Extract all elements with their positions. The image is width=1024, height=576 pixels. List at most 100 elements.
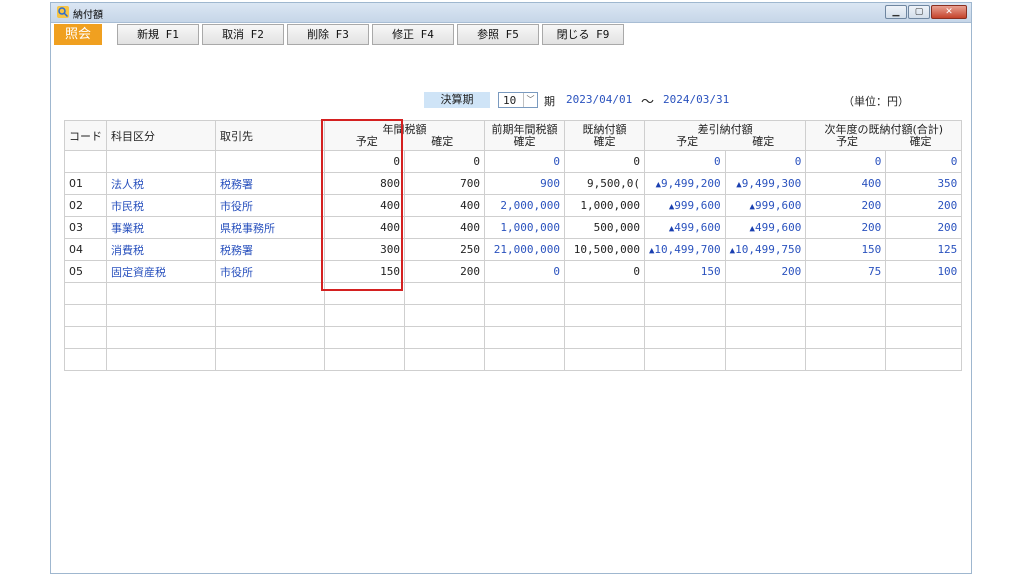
table-row[interactable] — [64, 326, 963, 349]
annual-fixed-cell[interactable]: 0 — [404, 150, 485, 173]
close-button[interactable]: ✕ — [931, 5, 967, 19]
table-row[interactable]: 00000000 — [64, 150, 963, 173]
annual-fixed-cell[interactable] — [404, 326, 485, 349]
code-cell[interactable] — [64, 150, 107, 173]
diff-fixed-cell[interactable]: 0 — [724, 150, 807, 173]
prev-year-cell[interactable] — [484, 348, 565, 371]
chevron-down-icon[interactable]: ﹀ — [523, 93, 537, 107]
prev-year-cell[interactable]: 0 — [484, 260, 565, 283]
category-cell[interactable] — [106, 348, 216, 371]
diff-plan-cell[interactable] — [644, 304, 726, 327]
fiscal-period-select[interactable]: 10 ﹀ — [498, 92, 538, 108]
annual-plan-cell[interactable] — [324, 326, 405, 349]
next-fixed-cell[interactable]: 125 — [885, 238, 963, 261]
diff-plan-cell[interactable] — [644, 348, 726, 371]
paid-cell[interactable]: 10,500,000 — [564, 238, 645, 261]
paid-cell[interactable] — [564, 304, 645, 327]
table-row[interactable]: 01 法人税 税務署 800 700 900 9,500,0(▲9,499,200 ▲9,49… — [64, 172, 963, 195]
diff-fixed-cell[interactable] — [724, 348, 807, 371]
annual-plan-cell[interactable] — [324, 282, 405, 305]
paid-cell[interactable] — [564, 282, 645, 305]
next-fixed-cell[interactable] — [885, 348, 963, 371]
annual-plan-cell[interactable]: 400 — [324, 194, 405, 217]
title-bar[interactable]: 納付額 ▁ ▢ ✕ — [51, 3, 971, 23]
diff-plan-cell[interactable]: ▲499,600 — [644, 216, 726, 239]
code-cell[interactable] — [64, 348, 107, 371]
annual-fixed-cell[interactable] — [404, 282, 485, 305]
diff-fixed-cell[interactable] — [724, 326, 807, 349]
next-fixed-cell[interactable]: 200 — [885, 194, 963, 217]
next-plan-cell[interactable]: 200 — [805, 216, 887, 239]
paid-cell[interactable]: 0 — [564, 150, 645, 173]
annual-plan-cell[interactable]: 800 — [324, 172, 405, 195]
next-fixed-cell[interactable]: 0 — [885, 150, 963, 173]
category-cell[interactable] — [106, 150, 216, 173]
new-button[interactable]: 新規 F1 — [117, 24, 199, 45]
counterparty-cell[interactable]: 税務署 — [215, 238, 325, 261]
prev-year-cell[interactable]: 900 — [484, 172, 565, 195]
code-cell[interactable]: 02 — [64, 194, 107, 217]
annual-plan-cell[interactable] — [324, 348, 405, 371]
cancel-button[interactable]: 取消 F2 — [202, 24, 284, 45]
code-cell[interactable]: 04 — [64, 238, 107, 261]
prev-year-cell[interactable]: 1,000,000 — [484, 216, 565, 239]
annual-plan-cell[interactable]: 300 — [324, 238, 405, 261]
diff-fixed-cell[interactable]: ▲10,499,750 — [724, 238, 807, 261]
category-cell[interactable]: 市民税 — [106, 194, 216, 217]
diff-fixed-cell[interactable]: ▲999,600 — [724, 194, 807, 217]
code-cell[interactable] — [64, 326, 107, 349]
next-fixed-cell[interactable] — [885, 282, 963, 305]
diff-plan-cell[interactable] — [644, 282, 726, 305]
next-fixed-cell[interactable]: 100 — [885, 260, 963, 283]
prev-year-cell[interactable]: 0 — [484, 150, 565, 173]
diff-fixed-cell[interactable]: ▲9,499,300 — [724, 172, 807, 195]
next-fixed-cell[interactable]: 200 — [885, 216, 963, 239]
next-plan-cell[interactable]: 200 — [805, 194, 887, 217]
prev-year-cell[interactable]: 2,000,000 — [484, 194, 565, 217]
minimize-button[interactable]: ▁ — [885, 5, 907, 19]
diff-fixed-cell[interactable]: ▲499,600 — [724, 216, 807, 239]
table-row[interactable] — [64, 304, 963, 327]
diff-plan-cell[interactable]: ▲999,600 — [644, 194, 726, 217]
next-plan-cell[interactable]: 75 — [805, 260, 887, 283]
category-cell[interactable]: 消費税 — [106, 238, 216, 261]
counterparty-cell[interactable] — [215, 348, 325, 371]
counterparty-cell[interactable]: 県税事務所 — [215, 216, 325, 239]
diff-fixed-cell[interactable] — [724, 282, 807, 305]
category-cell[interactable] — [106, 304, 216, 327]
table-row[interactable]: 05 固定資産税 市役所 150 200 0 0 150 200 75 100 — [64, 260, 963, 283]
category-cell[interactable]: 固定資産税 — [106, 260, 216, 283]
paid-cell[interactable] — [564, 326, 645, 349]
maximize-button[interactable]: ▢ — [908, 5, 930, 19]
paid-cell[interactable]: 9,500,0( — [564, 172, 645, 195]
code-cell[interactable]: 01 — [64, 172, 107, 195]
diff-fixed-cell[interactable]: 200 — [724, 260, 807, 283]
next-plan-cell[interactable] — [805, 304, 887, 327]
table-row[interactable] — [64, 348, 963, 371]
counterparty-cell[interactable] — [215, 282, 325, 305]
table-row[interactable] — [64, 282, 963, 305]
table-row[interactable]: 02 市民税 市役所 400 400 2,000,000 1,000,000 ▲999,600… — [64, 194, 963, 217]
counterparty-cell[interactable] — [215, 304, 325, 327]
next-plan-cell[interactable]: 400 — [805, 172, 887, 195]
paid-cell[interactable]: 500,000 — [564, 216, 645, 239]
counterparty-cell[interactable]: 市役所 — [215, 194, 325, 217]
annual-fixed-cell[interactable]: 400 — [404, 216, 485, 239]
annual-plan-cell[interactable]: 0 — [324, 150, 405, 173]
next-plan-cell[interactable] — [805, 326, 887, 349]
diff-plan-cell[interactable]: ▲9,499,200 — [644, 172, 726, 195]
code-cell[interactable]: 03 — [64, 216, 107, 239]
category-cell[interactable]: 事業税 — [106, 216, 216, 239]
counterparty-cell[interactable]: 税務署 — [215, 172, 325, 195]
paid-cell[interactable] — [564, 348, 645, 371]
annual-fixed-cell[interactable] — [404, 348, 485, 371]
diff-plan-cell[interactable]: 150 — [644, 260, 726, 283]
diff-plan-cell[interactable] — [644, 326, 726, 349]
diff-fixed-cell[interactable] — [724, 304, 807, 327]
annual-fixed-cell[interactable]: 400 — [404, 194, 485, 217]
next-fixed-cell[interactable]: 350 — [885, 172, 963, 195]
counterparty-cell[interactable] — [215, 326, 325, 349]
paid-cell[interactable]: 0 — [564, 260, 645, 283]
prev-year-cell[interactable] — [484, 282, 565, 305]
annual-plan-cell[interactable]: 400 — [324, 216, 405, 239]
